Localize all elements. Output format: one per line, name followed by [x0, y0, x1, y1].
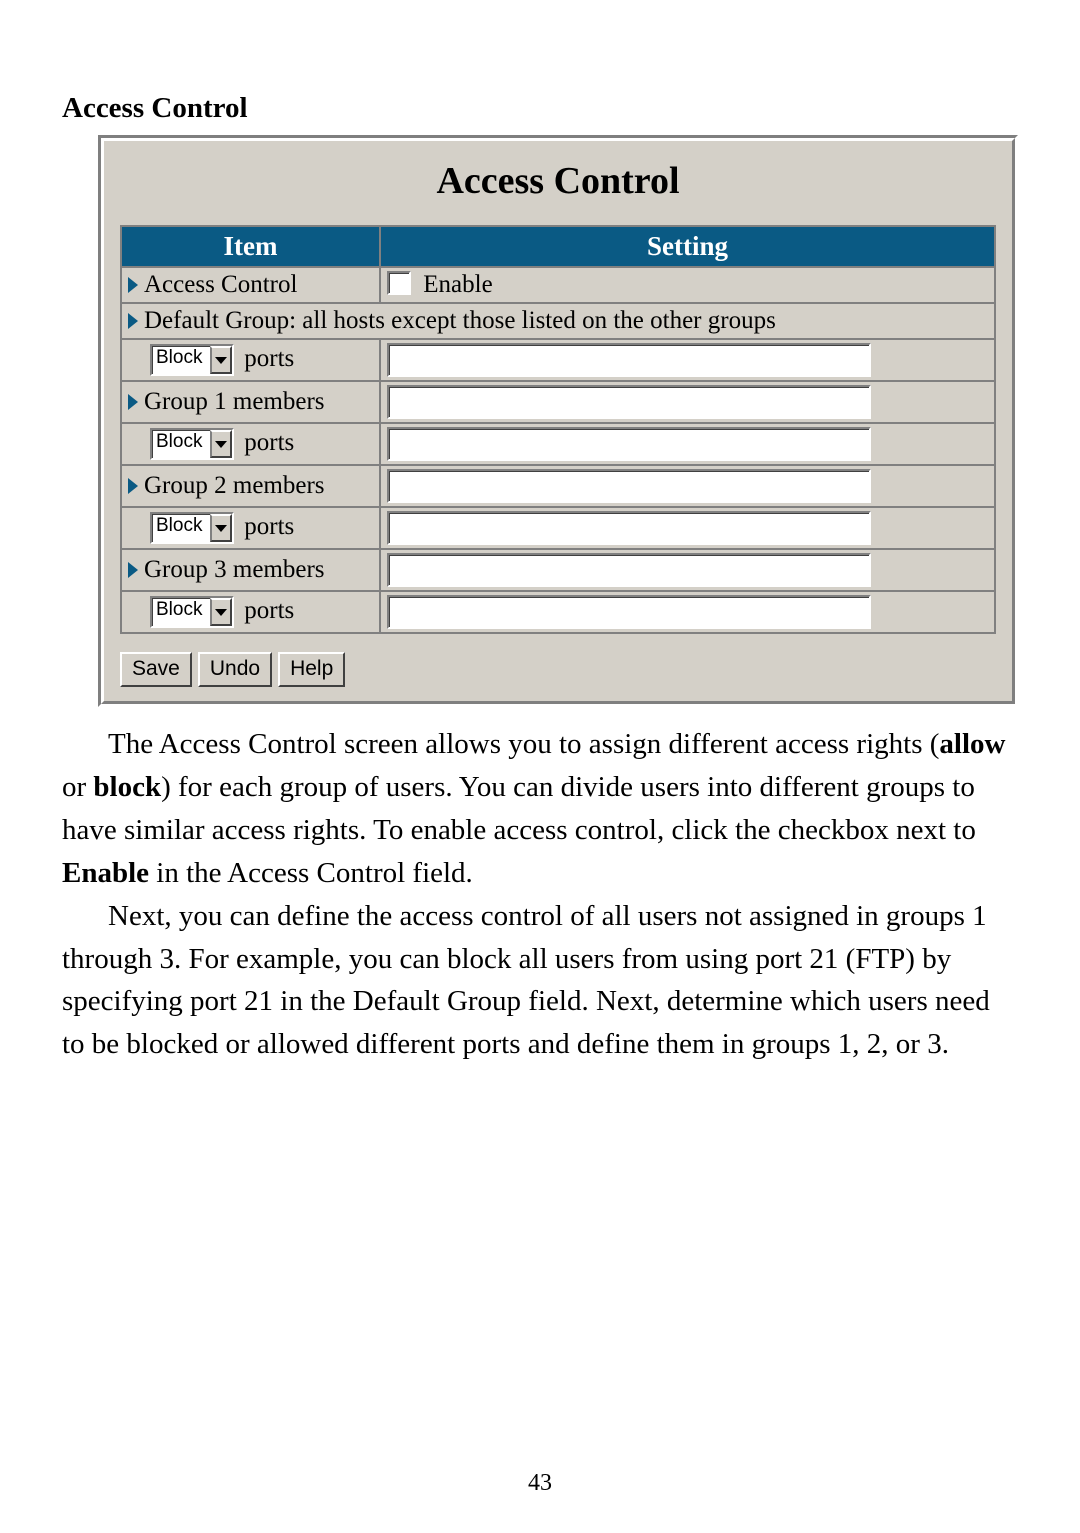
group2-ports-setting-cell [380, 507, 995, 549]
row-group3-ports: Block ports [121, 591, 995, 633]
enable-label: Enable [417, 271, 493, 298]
group2-ports-label-cell: Block ports [121, 507, 380, 549]
group3-ports-action-select[interactable]: Block [150, 596, 234, 628]
group2-setting-cell [380, 465, 995, 507]
group2-label-cell: Group 2 members [121, 465, 380, 507]
chevron-down-icon[interactable] [210, 598, 232, 626]
row-group1-members: Group 1 members [121, 381, 995, 423]
row-access-control: Access Control Enable [121, 267, 995, 303]
row-default-group: Default Group: all hosts except those li… [121, 303, 995, 339]
document-page: Access Control Access Control Item Setti… [0, 0, 1080, 1533]
header-setting: Setting [380, 226, 995, 267]
group1-label: Group 1 members [144, 388, 325, 415]
arrow-icon [128, 277, 138, 293]
page-number: 43 [0, 1470, 1080, 1497]
ports-label: ports [238, 513, 294, 540]
select-value: Block [152, 346, 210, 374]
paragraph-1: The Access Control screen allows you to … [62, 723, 1018, 895]
group3-ports-setting-cell [380, 591, 995, 633]
save-button[interactable]: Save [120, 652, 192, 687]
button-row: Save Undo Help [120, 652, 996, 687]
bold-enable: Enable [62, 857, 149, 889]
access-control-setting-cell: Enable [380, 267, 995, 303]
row-group2-members: Group 2 members [121, 465, 995, 507]
group2-label: Group 2 members [144, 472, 325, 499]
default-ports-action-select[interactable]: Block [150, 344, 234, 376]
group3-label-cell: Group 3 members [121, 549, 380, 591]
ports-label: ports [238, 429, 294, 456]
row-group2-ports: Block ports [121, 507, 995, 549]
arrow-icon [128, 313, 138, 329]
row-default-ports: Block ports [121, 339, 995, 381]
group1-ports-label-cell: Block ports [121, 423, 380, 465]
arrow-icon [128, 562, 138, 578]
text-span: or [62, 771, 93, 803]
default-ports-setting-cell [380, 339, 995, 381]
section-heading: Access Control [62, 92, 1018, 125]
panel-title: Access Control [120, 159, 996, 203]
group1-label-cell: Group 1 members [121, 381, 380, 423]
text-span: ) for each group of users. You can divid… [62, 771, 976, 846]
ports-label: ports [238, 597, 294, 624]
paragraph-2: Next, you can define the access control … [62, 895, 1018, 1067]
group1-ports-setting-cell [380, 423, 995, 465]
text-span: The Access Control screen allows you to … [108, 728, 939, 760]
group3-members-input[interactable] [387, 553, 871, 587]
group1-ports-input[interactable] [387, 427, 871, 461]
group2-ports-input[interactable] [387, 511, 871, 545]
default-group-text: Default Group: all hosts except those li… [144, 307, 776, 334]
undo-button[interactable]: Undo [198, 652, 272, 687]
access-control-label: Access Control [144, 271, 297, 298]
ports-label: ports [238, 345, 294, 372]
chevron-down-icon[interactable] [210, 430, 232, 458]
chevron-down-icon[interactable] [210, 514, 232, 542]
table-header-row: Item Setting [121, 226, 995, 267]
row-group3-members: Group 3 members [121, 549, 995, 591]
group3-setting-cell [380, 549, 995, 591]
row-group1-ports: Block ports [121, 423, 995, 465]
arrow-icon [128, 478, 138, 494]
select-value: Block [152, 514, 210, 542]
group3-ports-input[interactable] [387, 595, 871, 629]
bold-block: block [93, 771, 161, 803]
group3-ports-label-cell: Block ports [121, 591, 380, 633]
group1-setting-cell [380, 381, 995, 423]
group2-ports-action-select[interactable]: Block [150, 512, 234, 544]
body-text: The Access Control screen allows you to … [62, 723, 1018, 1066]
group1-ports-action-select[interactable]: Block [150, 428, 234, 460]
group1-members-input[interactable] [387, 385, 871, 419]
enable-checkbox[interactable] [387, 271, 411, 295]
header-item: Item [121, 226, 380, 267]
select-value: Block [152, 598, 210, 626]
select-value: Block [152, 430, 210, 458]
arrow-icon [128, 394, 138, 410]
default-ports-label-cell: Block ports [121, 339, 380, 381]
access-control-label-cell: Access Control [121, 267, 380, 303]
default-group-cell: Default Group: all hosts except those li… [121, 303, 995, 339]
access-control-panel: Access Control Item Setting Access Contr… [98, 135, 1018, 707]
group2-members-input[interactable] [387, 469, 871, 503]
help-button[interactable]: Help [278, 652, 345, 687]
bold-allow: allow [939, 728, 1005, 760]
default-ports-input[interactable] [387, 343, 871, 377]
settings-table: Item Setting Access Control Enable Defau… [120, 225, 996, 634]
chevron-down-icon[interactable] [210, 346, 232, 374]
text-span: in the Access Control field. [149, 857, 473, 889]
group3-label: Group 3 members [144, 556, 325, 583]
panel-inner: Access Control Item Setting Access Contr… [101, 138, 1015, 704]
